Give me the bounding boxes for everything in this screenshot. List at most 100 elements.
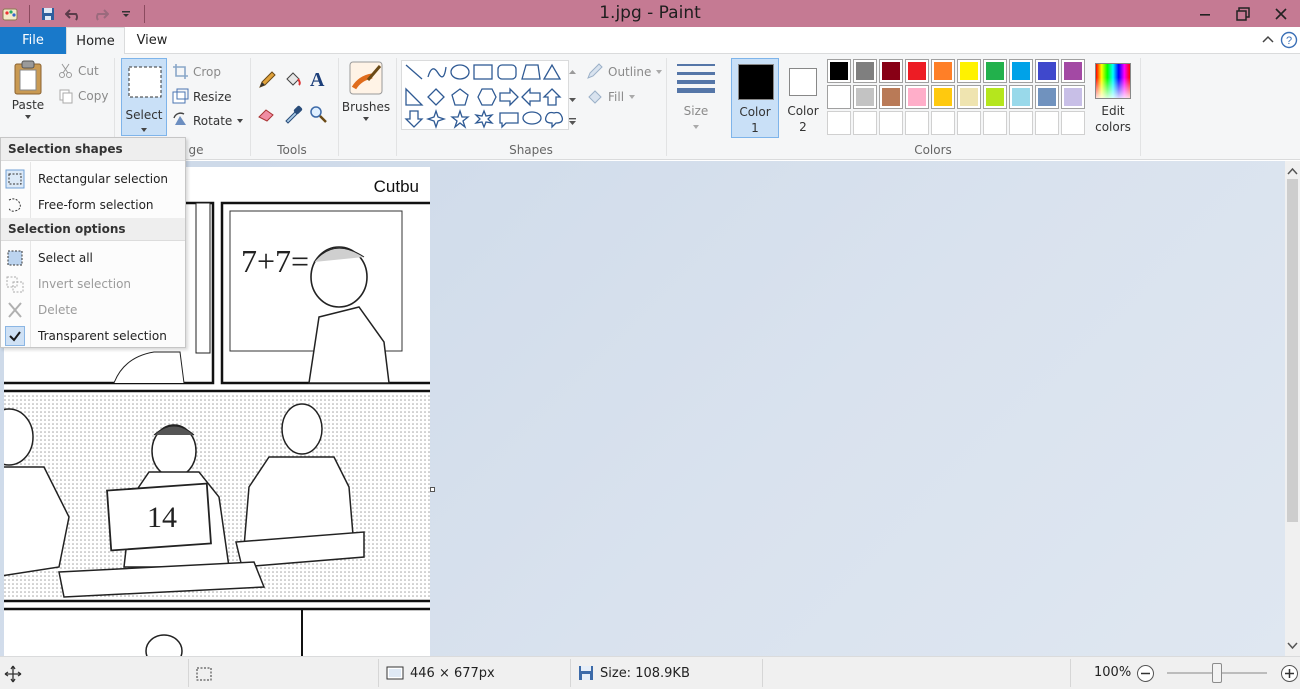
- scrollbar-thumb[interactable]: [1287, 179, 1298, 522]
- chevron-down-icon: [237, 118, 244, 123]
- palette-swatch[interactable]: [1035, 59, 1059, 83]
- shapes-gallery[interactable]: [401, 60, 569, 130]
- resize-button[interactable]: Resize: [172, 88, 231, 105]
- rotate-label: Rotate: [193, 113, 233, 128]
- palette-swatch[interactable]: [983, 85, 1007, 109]
- text-icon[interactable]: A: [308, 68, 330, 93]
- palette-custom-slot[interactable]: [827, 111, 851, 135]
- color2-button[interactable]: Color 2: [782, 58, 824, 138]
- tab-home[interactable]: Home: [66, 27, 125, 55]
- tab-file[interactable]: File: [0, 27, 66, 54]
- canvas-workspace[interactable]: Cutbu 7+7= 14: [0, 161, 1285, 656]
- palette-swatch[interactable]: [1009, 59, 1033, 83]
- palette-swatch[interactable]: [1061, 85, 1085, 109]
- zoom-level: 100%: [1094, 665, 1132, 680]
- color-picker-icon[interactable]: [283, 104, 303, 127]
- palette-swatch[interactable]: [1009, 85, 1033, 109]
- palette-swatch[interactable]: [827, 59, 851, 83]
- paste-button[interactable]: Paste: [8, 58, 48, 138]
- swatch-color: [908, 62, 926, 80]
- crop-button[interactable]: Crop: [172, 63, 221, 80]
- window-controls: [1186, 0, 1300, 27]
- brushes-label: Brushes: [341, 100, 391, 114]
- copy-button[interactable]: Copy: [58, 88, 108, 104]
- palette-swatch[interactable]: [879, 59, 903, 83]
- pencil-icon[interactable]: [257, 70, 277, 93]
- color1-button[interactable]: Color 1: [731, 58, 779, 138]
- ribbon: Paste Cut Copy Select Crop Resize Rotate…: [0, 54, 1300, 160]
- file-size-text: Size: 108.9KB: [600, 665, 690, 681]
- palette-custom-slot[interactable]: [905, 111, 929, 135]
- palette-custom-slot[interactable]: [983, 111, 1007, 135]
- size-button[interactable]: Size: [674, 58, 718, 136]
- close-icon[interactable]: [1262, 0, 1300, 27]
- palette-custom-slot[interactable]: [957, 111, 981, 135]
- palette-swatch[interactable]: [983, 59, 1007, 83]
- maximize-icon[interactable]: [1224, 0, 1262, 27]
- cut-button[interactable]: Cut: [58, 63, 99, 79]
- eraser-icon[interactable]: [257, 104, 277, 127]
- swatch-color: [1038, 62, 1056, 80]
- menu-item-transparent-selection[interactable]: Transparent selection: [1, 323, 185, 348]
- palette-swatch[interactable]: [1061, 59, 1085, 83]
- select-button[interactable]: Select: [121, 58, 167, 136]
- minimize-icon[interactable]: [1186, 0, 1224, 27]
- palette-swatch[interactable]: [905, 85, 929, 109]
- palette-custom-slot[interactable]: [879, 111, 903, 135]
- menu-item-select-all[interactable]: Select all: [1, 245, 185, 270]
- minimize-ribbon-icon[interactable]: [1260, 32, 1276, 48]
- tab-view[interactable]: View: [128, 27, 176, 54]
- swatch-color: [1038, 88, 1056, 106]
- fill-button[interactable]: Fill: [586, 88, 636, 105]
- status-divider: [570, 659, 571, 687]
- canvas-resize-handle[interactable]: [430, 487, 435, 492]
- edit-colors-label-2: colors: [1095, 120, 1131, 134]
- palette-swatch[interactable]: [905, 59, 929, 83]
- chevron-down-icon: [363, 117, 369, 121]
- group-divider: [1140, 58, 1141, 156]
- zoom-out-icon[interactable]: [1136, 664, 1155, 686]
- size-label: Size: [683, 104, 709, 118]
- palette-swatch[interactable]: [957, 85, 981, 109]
- menu-item-free-form-selection[interactable]: Free-form selection: [1, 192, 185, 217]
- status-divider: [188, 659, 189, 687]
- swatch-color: [1012, 88, 1030, 106]
- swatch-color: [986, 62, 1004, 80]
- palette-custom-slot[interactable]: [853, 111, 877, 135]
- free-form-selection-icon: [5, 195, 25, 215]
- palette-custom-slot[interactable]: [931, 111, 955, 135]
- help-icon[interactable]: ?: [1280, 31, 1298, 49]
- rotate-button[interactable]: Rotate: [172, 112, 244, 129]
- shapes-scroll[interactable]: [566, 60, 579, 130]
- palette-swatch[interactable]: [1035, 85, 1059, 109]
- palette-swatch[interactable]: [931, 59, 955, 83]
- menu-item-delete[interactable]: Delete: [1, 297, 185, 322]
- magnifier-icon[interactable]: [308, 104, 328, 127]
- edit-colors-button[interactable]: Edit colors: [1091, 58, 1135, 138]
- fill-icon: [588, 90, 602, 104]
- invert-selection-icon: [5, 274, 25, 294]
- palette-custom-slot[interactable]: [1035, 111, 1059, 135]
- vertical-scrollbar[interactable]: [1285, 161, 1300, 656]
- palette-swatch[interactable]: [879, 85, 903, 109]
- menu-item-invert-selection[interactable]: Invert selection: [1, 271, 185, 296]
- palette-custom-slot[interactable]: [1061, 111, 1085, 135]
- outline-button[interactable]: Outline: [586, 63, 663, 80]
- transparent-selection-label: Transparent selection: [38, 329, 167, 343]
- fill-bucket-icon[interactable]: [283, 70, 303, 93]
- zoom-in-icon[interactable]: [1280, 664, 1299, 686]
- crop-label: Crop: [193, 64, 222, 79]
- scroll-down-icon[interactable]: [1285, 639, 1300, 653]
- palette-swatch[interactable]: [853, 59, 877, 83]
- menu-item-rectangular-selection[interactable]: Rectangular selection: [1, 166, 185, 191]
- zoom-slider-thumb[interactable]: [1212, 663, 1222, 683]
- palette-swatch[interactable]: [853, 85, 877, 109]
- brushes-button[interactable]: Brushes: [342, 58, 390, 138]
- palette-swatch[interactable]: [931, 85, 955, 109]
- scroll-up-icon[interactable]: [1285, 164, 1300, 178]
- palette-custom-slot[interactable]: [1009, 111, 1033, 135]
- palette-swatch[interactable]: [957, 59, 981, 83]
- fill-label: Fill: [608, 89, 625, 104]
- palette-swatch[interactable]: [827, 85, 851, 109]
- swatch-color: [830, 88, 848, 106]
